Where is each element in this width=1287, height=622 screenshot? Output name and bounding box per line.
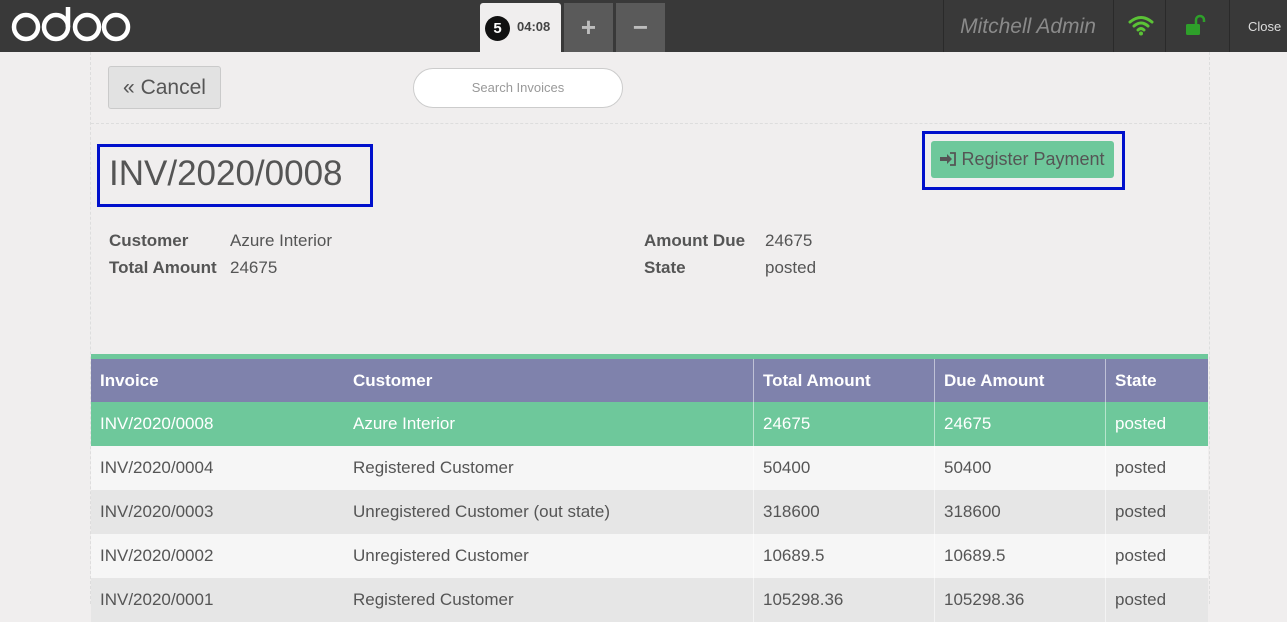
new-order-button[interactable]: + [564, 3, 613, 52]
customer-cell: Azure Interior [353, 414, 456, 433]
order-time: 04:08 [517, 19, 551, 34]
state-value: posted [765, 258, 817, 277]
title-highlight-box [97, 144, 373, 207]
header-divider [1113, 0, 1114, 52]
state-cell: posted [1105, 534, 1208, 578]
total-cell: 50400 [753, 446, 934, 490]
invoice-cell: INV/2020/0001 [100, 590, 214, 609]
cashier-name[interactable]: Mitchell Admin [944, 0, 1112, 52]
due-cell: 10689.5 [934, 534, 1105, 578]
total-amount-value: 24675 [230, 258, 278, 277]
header-divider [1165, 0, 1166, 52]
amount-due-value: 24675 [765, 231, 813, 250]
wifi-icon[interactable] [1128, 14, 1154, 36]
invoice-cell: INV/2020/0008 [100, 414, 214, 433]
column-header: State [1105, 359, 1208, 402]
total-cell: 10689.5 [753, 534, 934, 578]
pos-header: 5 04:08 + − Mitchell Admin Close [0, 0, 1287, 52]
state-cell: posted [1105, 490, 1208, 534]
due-cell: 50400 [934, 446, 1105, 490]
amount-due-label: Amount Due [644, 231, 746, 250]
invoice-cell: INV/2020/0003 [100, 502, 214, 521]
invoice-table: Invoice Customer Total Amount Due Amount… [91, 354, 1208, 622]
table-row[interactable]: INV/2020/0004 Registered Customer 50400 … [91, 446, 1208, 490]
due-cell: 24675 [934, 402, 1105, 446]
delete-order-button[interactable]: − [616, 3, 665, 52]
state-cell: posted [1105, 446, 1208, 490]
total-cell: 318600 [753, 490, 934, 534]
order-number-badge: 5 [485, 16, 510, 41]
column-header: Customer [353, 371, 433, 390]
column-header: Invoice [100, 371, 159, 390]
cancel-label: Cancel [140, 76, 206, 99]
column-header: Due Amount [934, 359, 1105, 402]
cancel-button[interactable]: « Cancel [108, 66, 221, 109]
table-row-selected[interactable]: INV/2020/0008 Azure Interior 24675 24675… [91, 402, 1208, 446]
invoice-cell: INV/2020/0004 [100, 458, 214, 477]
table-header-row: Invoice Customer Total Amount Due Amount… [91, 359, 1208, 402]
header-divider [1229, 0, 1230, 52]
customer-cell: Registered Customer [353, 458, 514, 477]
odoo-logo [11, 7, 131, 42]
customer-cell: Unregistered Customer [353, 546, 529, 565]
customer-cell: Registered Customer [353, 590, 514, 609]
double-chevron-left-icon: « [123, 76, 135, 99]
table-row[interactable]: INV/2020/0001 Registered Customer 105298… [91, 578, 1208, 622]
table-row[interactable]: INV/2020/0002 Unregistered Customer 1068… [91, 534, 1208, 578]
payment-highlight-box [922, 131, 1125, 190]
toolbar-divider [91, 123, 1207, 124]
total-cell: 105298.36 [753, 578, 934, 622]
due-cell: 105298.36 [934, 578, 1105, 622]
invoice-cell: INV/2020/0002 [100, 546, 214, 565]
state-label: State [644, 258, 686, 277]
column-header: Total Amount [753, 359, 934, 402]
customer-value: Azure Interior [230, 231, 333, 250]
unlock-icon[interactable] [1186, 14, 1206, 36]
state-cell: posted [1105, 402, 1208, 446]
search-invoices-input[interactable]: Search Invoices [413, 68, 623, 108]
total-amount-label: Total Amount [109, 258, 217, 277]
order-tab[interactable]: 5 04:08 [480, 3, 561, 52]
state-cell: posted [1105, 578, 1208, 622]
customer-cell: Unregistered Customer (out state) [353, 502, 610, 521]
total-cell: 24675 [753, 402, 934, 446]
close-button[interactable]: Close [1248, 19, 1281, 34]
customer-label: Customer [109, 231, 189, 250]
due-cell: 318600 [934, 490, 1105, 534]
table-row[interactable]: INV/2020/0003 Unregistered Customer (out… [91, 490, 1208, 534]
